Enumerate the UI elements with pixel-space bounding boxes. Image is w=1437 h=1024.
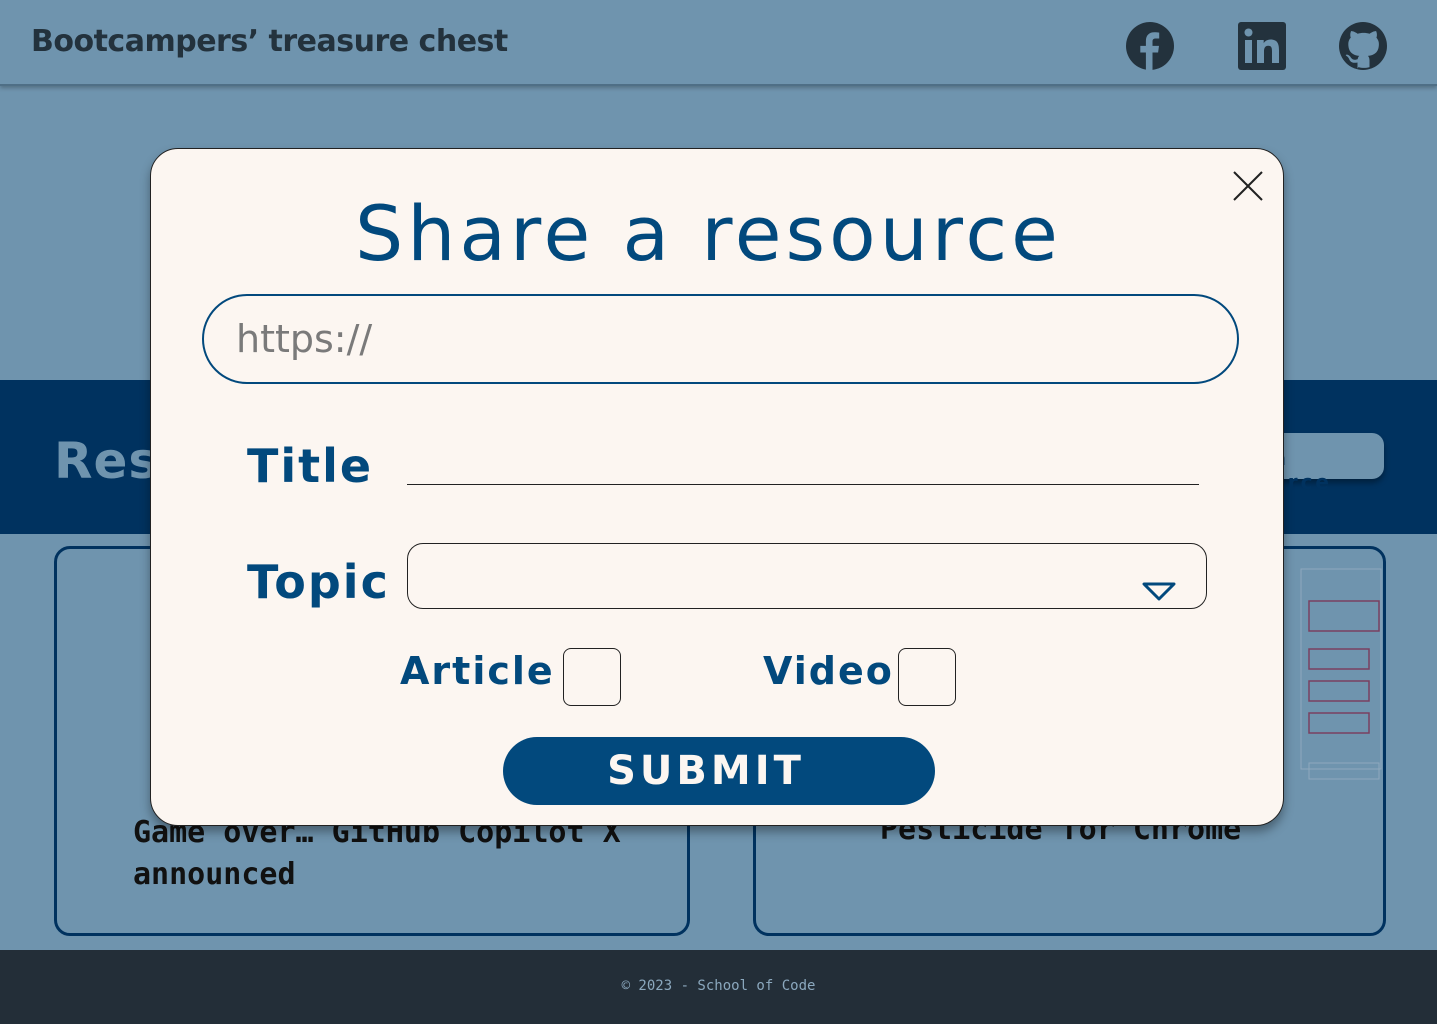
linkedin-link[interactable]	[1238, 22, 1286, 70]
site-title: Bootcampers’ treasure chest	[31, 24, 508, 59]
submit-button[interactable]: SUBMIT	[503, 737, 935, 805]
linkedin-icon	[1238, 22, 1286, 70]
topic-label: Topic	[247, 555, 390, 609]
title-input[interactable]	[407, 445, 1199, 485]
chevron-down-icon	[1142, 582, 1176, 602]
facebook-icon	[1126, 22, 1174, 70]
modal-title: Share a resource	[355, 189, 1062, 278]
title-label: Title	[247, 439, 374, 493]
facebook-link[interactable]	[1126, 22, 1174, 70]
close-icon	[1233, 171, 1263, 201]
close-button[interactable]	[1231, 169, 1265, 203]
site-header: Bootcampers’ treasure chest	[0, 0, 1437, 86]
url-input[interactable]	[202, 294, 1239, 384]
video-label: Video	[763, 649, 894, 693]
video-checkbox[interactable]	[898, 648, 956, 706]
article-label: Article	[400, 649, 555, 693]
topic-select[interactable]	[407, 543, 1207, 609]
share-resource-modal: Share a resource Title Topic Article Vid…	[150, 148, 1284, 826]
resource-thumbnail	[1300, 568, 1382, 780]
site-footer: © 2023 - School of Code	[0, 950, 1437, 1024]
github-link[interactable]	[1339, 22, 1387, 70]
article-checkbox[interactable]	[563, 648, 621, 706]
footer-copyright: © 2023 - School of Code	[621, 978, 816, 994]
github-icon	[1339, 22, 1387, 70]
